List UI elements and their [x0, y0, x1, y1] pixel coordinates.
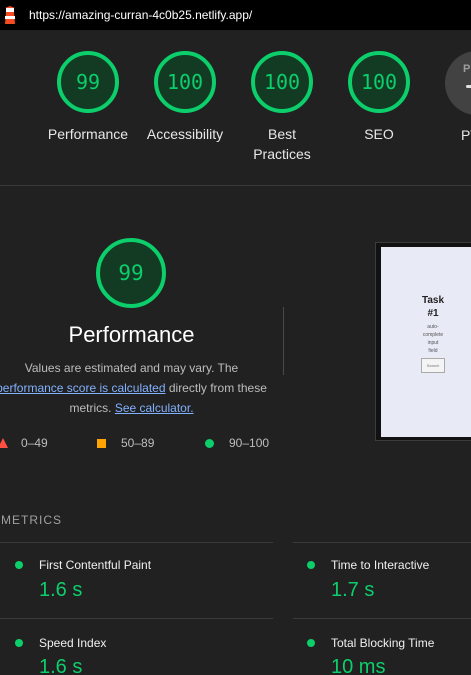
screenshot-search-button: Search	[421, 358, 445, 373]
gauge-seo[interactable]: 100 SEO	[329, 50, 429, 144]
metric-value: 1.7 s	[331, 579, 375, 601]
metrics-header: METRICS	[1, 513, 62, 527]
gauge-accessibility[interactable]: 100 Accessibility	[135, 50, 235, 144]
category-gauges: 99 Performance 100 Accessibility 100 Bes…	[0, 30, 471, 185]
gauge-score: 100	[360, 70, 398, 94]
pass-circle-icon	[205, 439, 214, 448]
screenshot-subtitle-line: complete	[422, 332, 444, 338]
performance-description: Values are estimated and may vary. The p…	[0, 358, 273, 418]
gauge-score: 100	[166, 70, 204, 94]
pass-circle-icon	[307, 561, 315, 569]
metric-name: First Contentful Paint	[39, 558, 152, 572]
performance-title: Performance	[68, 322, 195, 347]
gauge-label: Performance	[47, 126, 129, 142]
screenshot-subtitle: auto- complete input field	[381, 323, 471, 355]
gauge-best-practices[interactable]: 100 Best Practices	[232, 50, 332, 164]
metric-name: Total Blocking Time	[331, 636, 435, 650]
page-url[interactable]: https://amazing-curran-4c0b25.netlify.ap…	[29, 8, 252, 22]
gauge-performance[interactable]: 99 Performance	[38, 50, 138, 144]
gauge-label: SEO	[364, 126, 394, 142]
metric-name: Time to Interactive	[331, 558, 430, 572]
gauge-label: Best Practices	[253, 126, 311, 162]
score-calculated-link[interactable]: performance score is calculated	[0, 381, 166, 395]
metric-value: 1.6 s	[39, 656, 83, 675]
gauge-label-pwa: PWA	[461, 127, 471, 143]
screenshot-subtitle-line: input	[427, 340, 439, 346]
screenshot-title: Task #1	[381, 294, 471, 320]
average-square-icon	[97, 439, 106, 448]
screenshot-subtitle-line: auto-	[427, 324, 439, 330]
legend-range-pass: 90–100	[229, 436, 270, 450]
lighthouse-icon	[5, 6, 15, 24]
pwa-badge-icon: P	[463, 63, 471, 75]
legend-range-fail: 0–49	[21, 436, 48, 450]
metric-value: 1.6 s	[39, 579, 83, 601]
gauge-score: 100	[263, 70, 301, 94]
lighthouse-report: https://amazing-curran-4c0b25.netlify.ap…	[0, 0, 471, 675]
see-calculator-link[interactable]: See calculator.	[115, 401, 194, 415]
url-bar: https://amazing-curran-4c0b25.netlify.ap…	[0, 0, 471, 30]
fail-triangle-icon	[0, 438, 8, 448]
metrics-divider	[293, 542, 471, 543]
gauge-score: 99	[75, 70, 101, 94]
metrics-divider	[0, 542, 273, 543]
legend-range-average: 50–89	[121, 436, 155, 450]
divider	[0, 185, 471, 186]
pass-circle-icon	[15, 561, 23, 569]
metric-name: Speed Index	[39, 636, 107, 650]
pass-circle-icon	[15, 639, 23, 647]
performance-score: 99	[118, 261, 144, 285]
pwa-dash-icon	[466, 85, 471, 88]
pass-circle-icon	[307, 639, 315, 647]
metrics-divider	[293, 618, 471, 619]
metric-value: 10 ms	[331, 656, 386, 675]
screenshot-title-line: Task	[421, 295, 445, 306]
desc-text: Values are estimated and may vary. The	[24, 361, 239, 375]
gauge-label: Accessibility	[146, 126, 224, 142]
metrics-divider	[0, 618, 273, 619]
vertical-divider	[283, 307, 284, 375]
screenshot-title-line: #1	[427, 308, 439, 319]
screenshot-subtitle-line: field	[428, 348, 438, 354]
